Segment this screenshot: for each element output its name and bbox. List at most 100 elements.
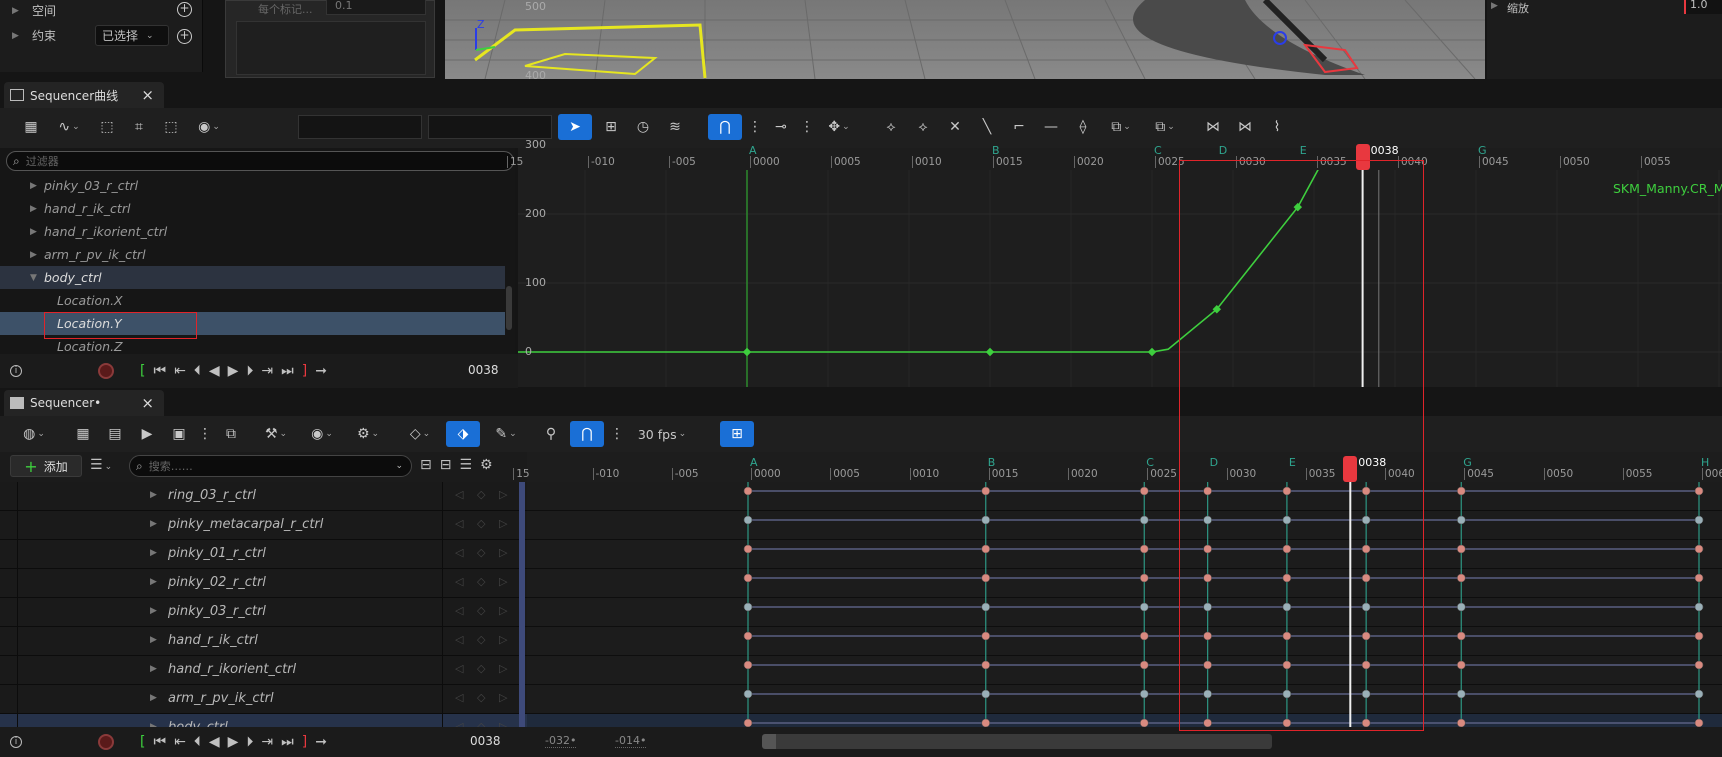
- record-icon[interactable]: [98, 734, 114, 750]
- keyframe[interactable]: [1457, 689, 1466, 699]
- world-icon[interactable]: ◍ ⌄: [14, 421, 54, 447]
- keyframe[interactable]: [743, 660, 753, 670]
- marker-label[interactable]: G: [1463, 456, 1472, 469]
- keyframe[interactable]: [1140, 689, 1149, 699]
- keyframe[interactable]: [1140, 660, 1149, 670]
- keyframe[interactable]: [1457, 544, 1466, 554]
- add-key-icon[interactable]: ◇: [477, 633, 485, 646]
- key-prev-icon[interactable]: ◁: [455, 633, 463, 646]
- next-key-icon[interactable]: ⇥: [261, 363, 273, 379]
- expand-arrow-icon[interactable]: ▶: [30, 227, 44, 237]
- track-row[interactable]: ▶ pinky_01_r_ctrl ◁ ◇ ▷: [0, 540, 527, 569]
- step-back-icon[interactable]: ⏴: [194, 363, 201, 379]
- track-row[interactable]: ▶ pinky_02_r_ctrl ◁ ◇ ▷: [0, 569, 527, 598]
- track-row[interactable]: ▶ hand_r_ik_ctrl ◁ ◇ ▷: [0, 627, 527, 656]
- curve-current-frame[interactable]: 0038: [468, 363, 499, 377]
- close-icon[interactable]: ×: [141, 86, 154, 104]
- more-icon[interactable]: ⋮: [610, 421, 624, 447]
- curve-tree-item[interactable]: ▼ body_ctrl: [0, 266, 505, 289]
- jump-start-icon[interactable]: ⏮: [153, 363, 166, 379]
- settings-gear-icon[interactable]: ⚙: [480, 457, 493, 473]
- keyframe[interactable]: [981, 602, 990, 612]
- keyframe[interactable]: [981, 486, 990, 496]
- snap-magnet-icon[interactable]: ⋂: [708, 114, 742, 140]
- tangent-flat-icon[interactable]: —: [1038, 114, 1064, 140]
- track-row[interactable]: ▶ hand_r_ikorient_ctrl ◁ ◇ ▷: [0, 656, 527, 685]
- expand-arrow-icon[interactable]: ▶: [150, 606, 164, 616]
- key-next-icon[interactable]: ▷: [499, 720, 507, 727]
- curve-tree-item[interactable]: ▶ hand_r_ikorient_ctrl: [0, 220, 505, 243]
- expand-arrow-icon[interactable]: ▶: [30, 250, 44, 260]
- keyframe[interactable]: [981, 718, 990, 727]
- track-row[interactable]: ▶body_ctrl◁◇▷: [0, 714, 527, 727]
- expand-arrow-icon[interactable]: ▶: [150, 519, 164, 529]
- keyframe[interactable]: [743, 631, 753, 641]
- fps-select[interactable]: 30 fps ⌄: [630, 421, 694, 447]
- expand-arrow-icon[interactable]: ▶: [12, 6, 26, 16]
- key-prev-icon[interactable]: ◁: [455, 691, 463, 704]
- eye-icon[interactable]: ◉ ⌄: [302, 421, 342, 447]
- keyframe[interactable]: [1694, 631, 1704, 641]
- save-keys-icon[interactable]: ▦: [18, 114, 44, 140]
- play-reverse-icon[interactable]: ◀: [209, 363, 220, 379]
- view-normal-icon[interactable]: ⊟: [440, 457, 452, 473]
- jump-start-icon[interactable]: ⏮: [153, 734, 166, 750]
- keyframe[interactable]: [1457, 631, 1466, 641]
- key-prev-icon[interactable]: ◁: [455, 604, 463, 617]
- marker-label[interactable]: G: [1478, 144, 1487, 157]
- curve-tree-item[interactable]: Location.X: [0, 289, 505, 312]
- view-range-start[interactable]: -032•: [545, 734, 577, 748]
- keyframe[interactable]: [1457, 602, 1466, 612]
- info-icon[interactable]: i: [10, 365, 22, 377]
- marker-label[interactable]: H: [1701, 456, 1709, 469]
- filter-icon[interactable]: ⋈: [1200, 114, 1226, 140]
- snap-magnet-icon[interactable]: ⋂: [570, 421, 604, 447]
- tangent-user-icon[interactable]: ⟡: [910, 114, 936, 140]
- key-prev-icon[interactable]: ◁: [455, 546, 463, 559]
- keyframe[interactable]: [981, 515, 990, 525]
- jump-end-icon[interactable]: ⏭: [281, 734, 294, 750]
- curve-tree-item[interactable]: ▶ pinky_03_r_ctrl: [0, 174, 505, 197]
- curve-tree-item[interactable]: ▶ arm_r_pv_ik_ctrl: [0, 243, 505, 266]
- curve-editor-tab[interactable]: Sequencer曲线 ×: [4, 82, 164, 108]
- keyframe[interactable]: [981, 689, 990, 699]
- expand-arrow-icon[interactable]: ▶: [1491, 1, 1505, 11]
- keyframe[interactable]: [743, 718, 753, 727]
- playback-settings-icon[interactable]: ⚙ ⌄: [348, 421, 388, 447]
- tangent-linear-icon[interactable]: ╲: [974, 114, 1000, 140]
- open-folder-icon[interactable]: ▤: [102, 421, 128, 447]
- marker-pin-icon[interactable]: ⚲: [538, 421, 564, 447]
- range-end-icon[interactable]: ]: [302, 363, 307, 379]
- view-compact-icon[interactable]: ⊟: [420, 457, 432, 473]
- curve-value-field-2[interactable]: [428, 115, 552, 139]
- keyframe[interactable]: [1140, 486, 1149, 496]
- pre-infinity-icon[interactable]: ⧉ ⌄: [1102, 114, 1140, 140]
- tangent-constant-icon[interactable]: ⌐: [1006, 114, 1032, 140]
- select-cursor-icon[interactable]: ➤: [558, 114, 592, 140]
- camera-icon[interactable]: ▶: [134, 421, 160, 447]
- key-next-icon[interactable]: ▷: [499, 604, 507, 617]
- sequencer-tab[interactable]: Sequencer• ×: [4, 390, 164, 416]
- track-row[interactable]: ▶ arm_r_pv_ik_ctrl ◁ ◇ ▷: [0, 685, 527, 714]
- keyframe[interactable]: [743, 573, 753, 583]
- brush-icon[interactable]: ✎ ⌄: [486, 421, 526, 447]
- more-icon[interactable]: ⋮: [748, 114, 762, 140]
- add-key-icon[interactable]: ◇: [477, 691, 485, 704]
- range-start-icon[interactable]: [: [140, 734, 145, 750]
- keyframe[interactable]: [1694, 544, 1704, 554]
- marker-label[interactable]: C: [1146, 456, 1154, 469]
- keyframe[interactable]: [1694, 515, 1704, 525]
- more-icon[interactable]: ⋮: [198, 421, 212, 447]
- tangent-icon[interactable]: ⊸: [768, 114, 794, 140]
- prev-key-icon[interactable]: ⇤: [174, 734, 186, 750]
- frame-selection-icon[interactable]: ⬚: [94, 114, 120, 140]
- keyframe[interactable]: [1694, 718, 1704, 727]
- keyframe[interactable]: [743, 515, 753, 525]
- jump-end-icon[interactable]: ⏭: [281, 363, 294, 379]
- range-start-icon[interactable]: [: [140, 363, 145, 379]
- keyframe[interactable]: [981, 573, 990, 583]
- marker-label[interactable]: E: [1300, 144, 1307, 157]
- keyframe[interactable]: [743, 689, 753, 699]
- add-track-button[interactable]: + 添加: [10, 455, 82, 477]
- expand-arrow-icon[interactable]: ▶: [150, 577, 164, 587]
